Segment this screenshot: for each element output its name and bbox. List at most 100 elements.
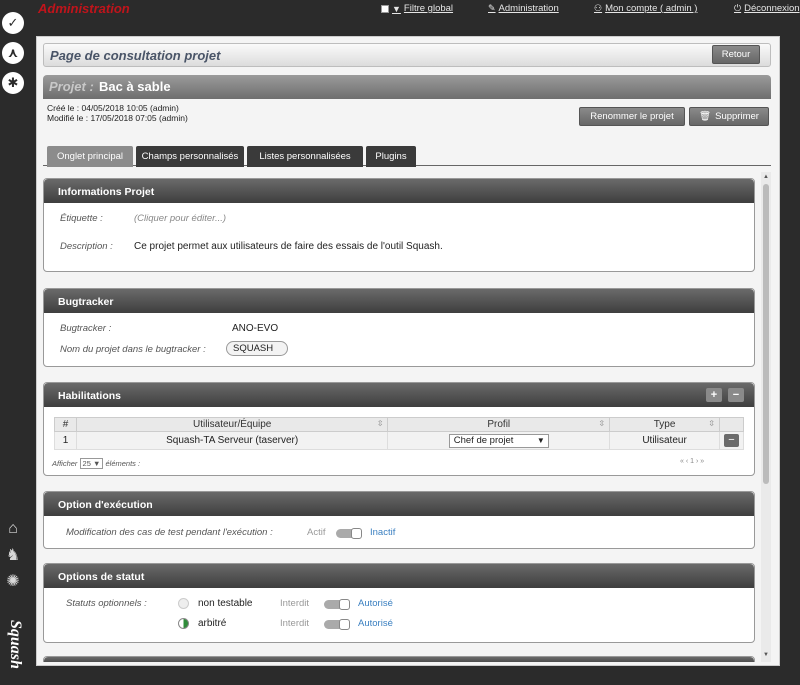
row-profile-cell: Chef de projet ▼ bbox=[387, 431, 611, 450]
project-meta: Créé le : 04/05/2018 10:05 (admin) Modif… bbox=[47, 103, 188, 123]
campaigns-icon[interactable]: ✱ bbox=[2, 72, 24, 94]
panel-title: Options de statut bbox=[44, 564, 754, 588]
user-icon: ⚇ bbox=[594, 3, 603, 13]
content-scrollbar[interactable]: ▲ ▼ bbox=[761, 172, 771, 662]
label-etiquette: Étiquette : bbox=[60, 213, 103, 224]
tab-bar: Onglet principal Champs personnalisés Li… bbox=[43, 146, 771, 167]
label-description: Description : bbox=[60, 241, 113, 252]
rename-project-button[interactable]: Renommer le projet bbox=[579, 107, 685, 126]
page-size-select[interactable]: 25 ▼ bbox=[79, 458, 104, 469]
tab-custom-lists[interactable]: Listes personnalisées bbox=[247, 146, 363, 167]
delete-project-label: Supprimer bbox=[715, 111, 759, 122]
description-editable[interactable]: Ce projet permet aux utilisateurs de fai… bbox=[134, 241, 443, 252]
label-execution-modification: Modification des cas de test pendant l'e… bbox=[66, 527, 273, 538]
wrench-icon: ✎ bbox=[488, 3, 496, 13]
status-untestable-toggle[interactable] bbox=[324, 599, 350, 610]
label-optional-statuses: Statuts optionnels : bbox=[66, 598, 147, 609]
col-profile[interactable]: Profil ⇳ bbox=[387, 417, 611, 432]
bugtracker-value: ANO-EVO bbox=[232, 323, 279, 334]
profile-select[interactable]: Chef de projet ▼ bbox=[448, 433, 549, 448]
scroll-thumb[interactable] bbox=[763, 184, 769, 484]
filter-icon: ▼ bbox=[392, 3, 401, 14]
tab-custom-fields[interactable]: Champs personnalisés bbox=[136, 146, 244, 167]
page-title: Page de consultation projet bbox=[50, 48, 221, 63]
panel-title: Habilitations + − bbox=[44, 383, 754, 407]
project-name: Bac à sable bbox=[99, 79, 171, 94]
chevron-down-icon: ▼ bbox=[536, 435, 545, 445]
trash-icon: 🗑 bbox=[699, 111, 712, 122]
main-area: Page de consultation projet Retour Proje… bbox=[36, 36, 780, 666]
power-icon: ⏻ bbox=[734, 3, 742, 13]
global-filter-checkbox[interactable] bbox=[381, 4, 389, 13]
bug-icon[interactable]: ✺ bbox=[4, 572, 22, 590]
pager[interactable]: « ‹ 1 › » bbox=[680, 458, 704, 465]
table-row: 1 Squash-TA Serveur (taserver) Chef de p… bbox=[54, 431, 745, 450]
left-rail: ✓ ⋏ ✱ ⌂ ♞ ✺ Squash bbox=[0, 0, 26, 685]
status-untestable-icon bbox=[178, 598, 189, 609]
administration-link[interactable]: ✎ Administration bbox=[488, 3, 559, 14]
col-user[interactable]: Utilisateur/Équipe ⇳ bbox=[75, 417, 389, 432]
project-title-bar: Projet : Bac à sable bbox=[43, 75, 771, 99]
requirements-icon[interactable]: ✓ bbox=[2, 12, 24, 34]
modified-info: Modifié le : 17/05/2018 07:05 (admin) bbox=[47, 113, 188, 123]
execution-inactive-label: Inactif bbox=[370, 527, 396, 538]
back-button[interactable]: Retour bbox=[712, 45, 760, 64]
page-header: Page de consultation projet Retour bbox=[43, 43, 771, 67]
scroll-down-icon[interactable]: ▼ bbox=[763, 652, 769, 658]
row-actions: − bbox=[718, 431, 745, 450]
status-settled-toggle[interactable] bbox=[324, 619, 350, 630]
home-icon[interactable]: ⌂ bbox=[4, 520, 22, 538]
remove-permission-button[interactable]: − bbox=[728, 388, 744, 402]
logout-label[interactable]: Déconnexion bbox=[744, 3, 799, 14]
sort-icon: ⇳ bbox=[708, 419, 715, 428]
add-permission-button[interactable]: + bbox=[706, 388, 722, 402]
col-type[interactable]: Type ⇳ bbox=[609, 417, 720, 432]
panel-title-text: Habilitations bbox=[58, 390, 122, 402]
status-settled-on: Autorisé bbox=[358, 618, 393, 629]
etiquette-editable[interactable]: (Cliquer pour éditer...) bbox=[134, 213, 226, 224]
my-account-label[interactable]: Mon compte ( admin ) bbox=[605, 3, 697, 14]
execution-toggle[interactable] bbox=[336, 528, 362, 539]
delete-project-button[interactable]: 🗑 Supprimer bbox=[689, 107, 769, 126]
table-header-row: # Utilisateur/Équipe ⇳ Profil ⇳ Type ⇳ bbox=[54, 417, 745, 432]
row-user: Squash-TA Serveur (taserver) bbox=[75, 431, 389, 450]
tab-content: Informations Projet Étiquette : (Cliquer… bbox=[43, 172, 765, 662]
test-cases-icon[interactable]: ⋏ bbox=[2, 42, 24, 64]
automation-icon[interactable]: ♞ bbox=[4, 546, 22, 564]
show-prefix: Afficher bbox=[52, 459, 78, 468]
panel-title: Informations Projet bbox=[44, 179, 754, 203]
panel-next bbox=[43, 656, 755, 662]
administration-label[interactable]: Administration bbox=[499, 3, 559, 14]
sort-icon: ⇳ bbox=[598, 419, 606, 428]
panel-title: Bugtracker bbox=[44, 289, 754, 313]
permissions-table: # Utilisateur/Équipe ⇳ Profil ⇳ Type ⇳ 1 Sq… bbox=[54, 417, 745, 450]
status-untestable-on: Autorisé bbox=[358, 598, 393, 609]
label-bugtracker-project: Nom du projet dans le bugtracker : bbox=[60, 344, 206, 355]
brand-logo: Squash bbox=[7, 620, 24, 669]
status-untestable-off: Interdit bbox=[280, 598, 310, 609]
row-num: 1 bbox=[54, 431, 77, 450]
status-untestable-name: non testable bbox=[198, 598, 253, 609]
tab-plugins[interactable]: Plugins bbox=[366, 146, 416, 167]
scroll-up-icon[interactable]: ▲ bbox=[763, 174, 769, 180]
panel-title bbox=[44, 657, 754, 662]
global-filter-link[interactable]: ▼ Filtre global bbox=[381, 3, 453, 14]
row-type: Utilisateur bbox=[609, 431, 720, 450]
show-suffix: éléments : bbox=[105, 459, 141, 468]
tab-main[interactable]: Onglet principal bbox=[47, 146, 133, 167]
my-account-link[interactable]: ⚇ Mon compte ( admin ) bbox=[594, 3, 697, 14]
page-size-control: Afficher 25 ▼ éléments : bbox=[52, 458, 140, 469]
panel-execution-option: Option d'exécution Modification des cas … bbox=[43, 491, 755, 549]
status-settled-name: arbitré bbox=[198, 618, 227, 629]
panel-status-options: Options de statut Statuts optionnels : n… bbox=[43, 563, 755, 643]
created-info: Créé le : 04/05/2018 10:05 (admin) bbox=[47, 103, 179, 113]
panel-project-info: Informations Projet Étiquette : (Cliquer… bbox=[43, 178, 755, 272]
panel-title: Option d'exécution bbox=[44, 492, 754, 516]
status-settled-off: Interdit bbox=[280, 618, 310, 629]
col-num[interactable]: # bbox=[54, 417, 77, 432]
panel-permissions: Habilitations + − # Utilisateur/Équipe ⇳ … bbox=[43, 382, 755, 476]
logout-link[interactable]: ⏻ Déconnexion bbox=[734, 3, 800, 14]
bugtracker-project-field[interactable]: SQUASH bbox=[226, 341, 288, 356]
global-filter-label[interactable]: Filtre global bbox=[404, 3, 453, 14]
remove-row-button[interactable]: − bbox=[723, 434, 739, 447]
